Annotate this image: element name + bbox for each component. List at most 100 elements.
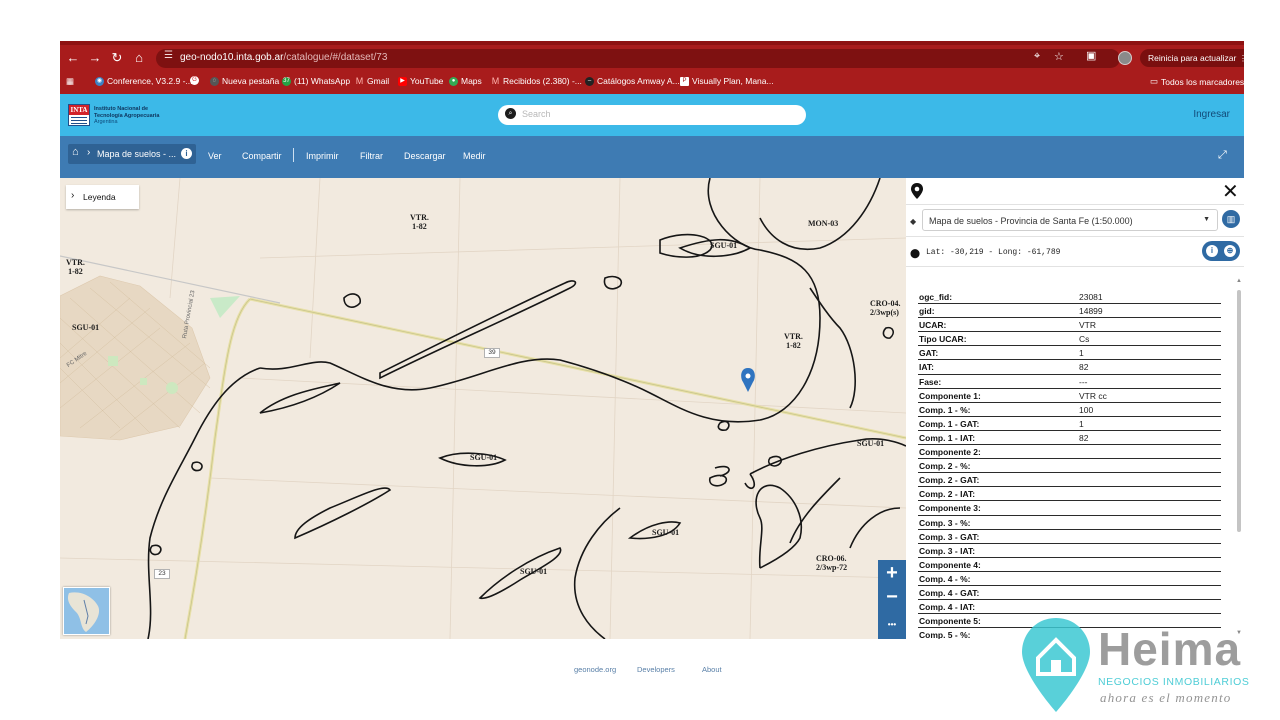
footer-link-developers[interactable]: Developers: [637, 665, 675, 674]
attribute-table: ogc_fid: 23081 gid: 14899 UCAR: VTR Tipo UCAR:…: [918, 290, 1221, 639]
attribute-key: gid:: [919, 306, 935, 317]
map-canvas[interactable]: › Leyenda VTR. 1-82 VTR. 1-82 VTR. 1-82 MON…: [60, 178, 906, 639]
apps-icon[interactable]: ▦: [66, 76, 74, 87]
attribute-row: Componente 3:: [918, 501, 1221, 516]
attribute-row: Tipo UCAR: Cs: [918, 332, 1221, 347]
site-settings-icon[interactable]: ☰: [164, 50, 173, 61]
menu-filtrar[interactable]: Filtrar: [360, 151, 383, 161]
doc-icon: P: [680, 76, 689, 86]
url-text: geo-nodo10.inta.gob.ar/catalogue/#/datas…: [180, 52, 388, 63]
chevron-right-icon: ›: [71, 190, 75, 201]
attribute-value: VTR: [1079, 320, 1096, 331]
attribute-key: Comp. 2 - %:: [919, 461, 971, 472]
attribute-key: Componente 2:: [919, 447, 981, 458]
attribute-key: Componente 3:: [919, 503, 981, 514]
login-link[interactable]: Ingresar: [1193, 109, 1230, 120]
menu-descargar[interactable]: Descargar: [404, 151, 446, 161]
fullscreen-icon[interactable]: ⤢: [1218, 149, 1227, 162]
breadcrumb-dataset: Mapa de suelos - ...: [97, 149, 177, 159]
attribute-value: 82: [1079, 362, 1089, 373]
home-icon[interactable]: ⌂: [130, 49, 148, 67]
reload-icon[interactable]: ↻: [108, 49, 126, 67]
forward-icon[interactable]: →: [86, 49, 104, 67]
close-icon[interactable]: ✕: [1222, 179, 1239, 204]
bookmark-visually-plan[interactable]: P Visually Plan, Mana...: [680, 76, 774, 86]
attribute-value: 1: [1079, 418, 1084, 429]
layers-icon: ◆: [910, 217, 917, 226]
footer-link-about[interactable]: About: [702, 665, 722, 674]
zoom-out-button[interactable]: −: [878, 586, 906, 612]
watermark-logo: Heima NEGOCIOS INMOBILIARIOS ahora es el…: [1020, 616, 1270, 716]
bookmark-youtube[interactable]: ▶ YouTube: [398, 76, 443, 86]
attribute-row: Comp. 4 - %:: [918, 572, 1221, 586]
attribute-row: Componente 1: VTR cc: [918, 389, 1221, 403]
location-icon[interactable]: ⌖: [1034, 50, 1040, 63]
attribute-key: Comp. 3 - %:: [919, 517, 971, 528]
attribute-key: Tipo UCAR:: [919, 334, 967, 345]
route-shield: 39: [484, 348, 500, 358]
bookmark-maps[interactable]: ● Maps: [449, 76, 482, 86]
maps-icon: ●: [449, 76, 458, 86]
bookmark-amway[interactable]: – Catálogos Amway A...: [585, 76, 680, 86]
scroll-up-icon[interactable]: ▲: [1236, 278, 1242, 284]
cast-icon[interactable]: ▣: [1086, 49, 1096, 62]
panel-scrollbar[interactable]: ▲ ▼: [1236, 278, 1242, 638]
attribute-value: Cs: [1079, 334, 1090, 345]
more-tools-button[interactable]: •••: [878, 612, 906, 638]
gmail-icon: M: [355, 75, 364, 86]
bookmark-whatsapp[interactable]: 37 (11) WhatsApp: [282, 76, 350, 86]
layer-select[interactable]: Mapa de suelos - Provincia de Santa Fe (…: [922, 209, 1218, 231]
attribute-row: Comp. 1 - GAT: 1: [918, 417, 1221, 431]
info-icon[interactable]: i: [1206, 245, 1218, 257]
menu-compartir[interactable]: Compartir: [242, 151, 282, 161]
bookmark-gmail[interactable]: M Gmail: [355, 76, 389, 86]
menu-medir[interactable]: Medir: [463, 151, 486, 161]
watermark-brand: Heima: [1098, 623, 1242, 675]
bookmark-new-tab[interactable]: ◌ Nueva pestaña: [210, 76, 279, 86]
attribute-key: Comp. 4 - %:: [919, 573, 971, 584]
bookmark-inbox[interactable]: M Recibidos (2.380) -...: [491, 76, 582, 86]
legend-label: Leyenda: [83, 192, 116, 202]
all-bookmarks[interactable]: ▭ Todos los marcadores: [1150, 76, 1244, 87]
map-unit-label: CRO-06. 2/3wp-72: [816, 554, 848, 572]
footer-link-geonode[interactable]: geonode.org: [574, 665, 616, 674]
legend-toggle[interactable]: › Leyenda: [66, 185, 139, 209]
bookmark-star-icon[interactable]: ☆: [1054, 50, 1064, 63]
breadcrumb[interactable]: ⌂ › Mapa de suelos - ... i: [68, 144, 196, 164]
attribute-value: 1: [1079, 348, 1084, 359]
menu-imprimir[interactable]: Imprimir: [306, 151, 339, 161]
map-toolbar: ⌂ › Mapa de suelos - ... i Ver Compartir…: [60, 136, 1244, 178]
bookmark-conference[interactable]: ◉ Conference, V3.2.9 -...: [95, 76, 193, 86]
scrollbar-thumb[interactable]: [1237, 290, 1241, 532]
location-pin-icon: ⬤: [910, 248, 921, 258]
chevron-right-icon: ›: [87, 147, 91, 158]
edit-coords-icon[interactable]: ⊕: [1224, 245, 1236, 257]
home-icon[interactable]: ⌂: [72, 146, 79, 158]
attribute-value: 82: [1079, 432, 1089, 443]
inta-logo[interactable]: INTA: [68, 104, 90, 126]
back-icon[interactable]: ←: [64, 49, 82, 67]
bookmark-google[interactable]: G: [190, 76, 199, 85]
search-input[interactable]: ⌕ Search: [498, 105, 806, 125]
caret-down-icon: ▼: [1203, 216, 1210, 223]
layer-stats-button[interactable]: ▥: [1222, 210, 1240, 228]
attribute-key: Comp. 2 - IAT:: [919, 489, 976, 500]
update-button[interactable]: Reinicia para actualizar ⋮: [1140, 49, 1244, 67]
zoom-in-button[interactable]: +: [878, 560, 906, 586]
attribute-row: GAT: 1: [918, 346, 1221, 361]
menu-ver[interactable]: Ver: [208, 151, 222, 161]
watermark-tagline: NEGOCIOS INMOBILIARIOS: [1098, 676, 1250, 688]
info-icon[interactable]: i: [181, 148, 192, 159]
map-unit-label: CRO-04. 2/3wp(s): [870, 299, 901, 317]
globe-icon: ◌: [210, 76, 219, 86]
avatar[interactable]: [1118, 51, 1132, 65]
attribute-key: Comp. 4 - IAT:: [919, 602, 976, 613]
coordinates-readout: Lat: -30,219 - Long: -61,789: [926, 248, 1061, 257]
attribute-row: Comp. 3 - %:: [918, 516, 1221, 530]
overview-map[interactable]: [63, 587, 110, 635]
browser-toolbar: ← → ↻ ⌂ ☰ geo-nodo10.inta.gob.ar/catalog…: [60, 45, 1244, 71]
address-bar[interactable]: ☰ geo-nodo10.inta.gob.ar/catalogue/#/dat…: [156, 49, 1120, 68]
attribute-key: Comp. 1 - %:: [919, 404, 971, 415]
divider: [906, 236, 1244, 237]
attribute-value: 100: [1079, 404, 1094, 415]
